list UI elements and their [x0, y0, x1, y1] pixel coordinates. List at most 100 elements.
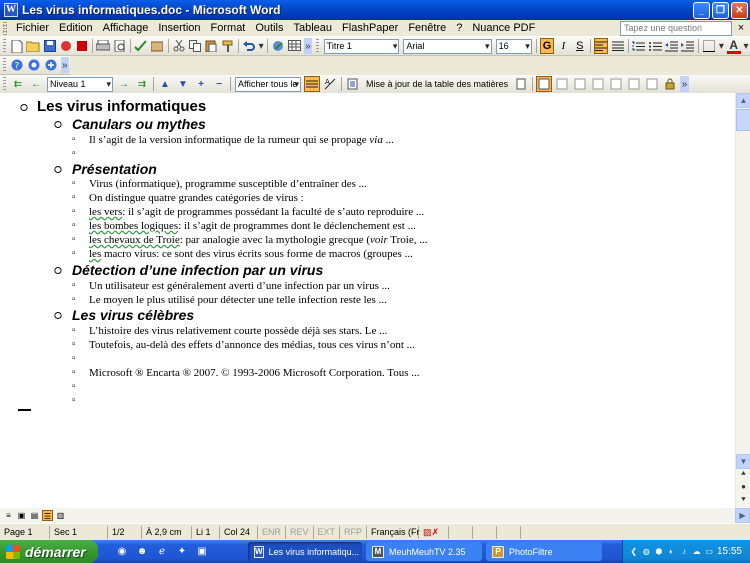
web-view-icon[interactable]: ▣: [16, 510, 27, 521]
print-icon[interactable]: [96, 38, 111, 54]
status-record-macro[interactable]: ENR: [258, 525, 287, 539]
borders-icon[interactable]: [702, 38, 716, 54]
word-app-icon[interactable]: W: [4, 3, 18, 17]
status-extend[interactable]: EXT: [314, 525, 341, 539]
pdf-icon[interactable]: [75, 38, 89, 54]
status-overtype[interactable]: RFP: [340, 525, 368, 539]
maximize-button[interactable]: ❐: [712, 1, 729, 19]
gear-circle-icon[interactable]: [44, 57, 59, 73]
font-color-dropdown-icon[interactable]: ▾: [743, 38, 749, 54]
next-page-icon[interactable]: ⯆: [736, 495, 750, 508]
promote-to-heading1-icon[interactable]: ⇇: [10, 76, 26, 92]
split-subdocument-icon[interactable]: [644, 76, 660, 92]
font-select[interactable]: Arial: [403, 38, 492, 54]
launcher-icon[interactable]: ✦: [175, 545, 189, 559]
media-player-icon[interactable]: ◉: [115, 545, 129, 559]
copy-icon[interactable]: [188, 38, 202, 54]
task-word[interactable]: W Les virus informatiqu...: [248, 542, 362, 561]
tray-arrow-icon[interactable]: ❮: [629, 547, 639, 557]
web-circle-icon[interactable]: [27, 57, 42, 73]
browse-object-icon[interactable]: ●: [736, 482, 750, 495]
show-first-line-icon[interactable]: [304, 76, 320, 92]
research-icon[interactable]: [150, 38, 164, 54]
collapse-subdocuments-icon[interactable]: [554, 76, 570, 92]
expand-icon[interactable]: +: [193, 76, 209, 92]
save-icon[interactable]: [42, 38, 56, 54]
undo-icon[interactable]: [242, 38, 256, 54]
internet-explorer-icon[interactable]: ℯ: [155, 545, 169, 559]
menu-nuance-pdf[interactable]: Nuance PDF: [467, 22, 540, 34]
toolbar-options-icon[interactable]: »: [680, 76, 690, 92]
hyperlink-icon[interactable]: [271, 38, 285, 54]
bullets-icon[interactable]: [648, 38, 662, 54]
document-area[interactable]: ⭘ Les virus informatiques ⭘ Canulars ou …: [0, 93, 735, 508]
new-document-icon[interactable]: [10, 38, 24, 54]
update-toc-icon[interactable]: [345, 76, 361, 92]
undo-dropdown-icon[interactable]: ▾: [258, 38, 264, 54]
collapse-icon[interactable]: −: [211, 76, 227, 92]
task-meuhmeuhtv[interactable]: M MeuhMeuhTV 2.35: [366, 542, 482, 561]
scroll-thumb[interactable]: [736, 109, 750, 131]
insert-subdocument-icon[interactable]: [608, 76, 624, 92]
menu-help[interactable]: ?: [451, 22, 467, 34]
font-color-icon[interactable]: A: [726, 38, 741, 54]
outline-expand-icon[interactable]: ⭘: [54, 165, 62, 176]
scroll-up-icon[interactable]: ▲: [736, 93, 750, 108]
show-desktop-icon[interactable]: ▣: [195, 545, 209, 559]
normal-view-icon[interactable]: ≡: [3, 510, 14, 521]
borders-dropdown-icon[interactable]: ▾: [718, 38, 724, 54]
toolbar-options-icon[interactable]: »: [60, 57, 70, 73]
update-toc-button[interactable]: Mise à jour de la table des matières: [362, 79, 512, 89]
scroll-down-icon[interactable]: ▼: [736, 454, 750, 469]
minimize-button[interactable]: _: [693, 1, 710, 19]
move-down-icon[interactable]: ▼: [175, 76, 191, 92]
horizontal-scroll-track[interactable]: [71, 508, 735, 523]
menu-fichier[interactable]: Fichier: [11, 22, 54, 34]
menu-fenetre[interactable]: Fenêtre: [403, 22, 451, 34]
antivirus-icon[interactable]: ◐: [667, 547, 677, 557]
align-left-icon[interactable]: [593, 38, 609, 54]
scroll-right-icon[interactable]: ▶: [735, 508, 750, 523]
close-button[interactable]: ✕: [731, 1, 748, 19]
create-subdocument-icon[interactable]: [572, 76, 588, 92]
outline-expand-icon[interactable]: ⭘: [20, 103, 28, 114]
network-icon[interactable]: ◍: [642, 547, 652, 557]
move-up-icon[interactable]: ▲: [157, 76, 173, 92]
underline-button[interactable]: S: [573, 38, 587, 54]
menu-grip[interactable]: [3, 21, 7, 35]
messenger-icon[interactable]: ☻: [135, 545, 149, 559]
merge-subdocument-icon[interactable]: [626, 76, 642, 92]
format-painter-icon[interactable]: [220, 38, 234, 54]
reading-view-icon[interactable]: ▥: [55, 510, 66, 521]
toolbar-options-icon[interactable]: »: [303, 38, 312, 54]
outline-expand-icon[interactable]: ⭘: [54, 266, 62, 277]
menu-flashpaper[interactable]: FlashPaper: [337, 22, 403, 34]
task-photofiltre[interactable]: P PhotoFiltre: [486, 542, 602, 561]
promote-icon[interactable]: ←: [28, 76, 44, 92]
justify-icon[interactable]: [610, 38, 624, 54]
outline-expand-icon[interactable]: ⭘: [54, 120, 62, 131]
show-level-select[interactable]: Afficher tous le: [235, 76, 301, 92]
outline-view-icon[interactable]: ☰: [42, 510, 53, 521]
increase-indent-icon[interactable]: [681, 38, 695, 54]
security-icon[interactable]: ⬢: [654, 547, 664, 557]
italic-button[interactable]: I: [556, 38, 570, 54]
paste-icon[interactable]: [204, 38, 218, 54]
permission-icon[interactable]: [59, 38, 73, 54]
lock-document-icon[interactable]: [662, 76, 678, 92]
cloud-icon[interactable]: ☁: [692, 547, 702, 557]
cut-icon[interactable]: [171, 38, 185, 54]
print-view-icon[interactable]: ▤: [29, 510, 40, 521]
status-language[interactable]: Français (Fr: [367, 525, 420, 539]
style-select[interactable]: Titre 1: [323, 38, 400, 54]
previous-page-icon[interactable]: ⯅: [736, 469, 750, 482]
numbering-icon[interactable]: [632, 38, 646, 54]
bold-button[interactable]: G: [539, 38, 555, 54]
toolbar-grip[interactable]: [315, 39, 319, 53]
menu-insertion[interactable]: Insertion: [153, 22, 205, 34]
toolbar-grip[interactable]: [3, 77, 6, 91]
status-track-changes[interactable]: REV: [286, 525, 314, 539]
spelling-icon[interactable]: [134, 38, 148, 54]
menu-format[interactable]: Format: [206, 22, 251, 34]
close-document-icon[interactable]: ×: [734, 22, 748, 34]
